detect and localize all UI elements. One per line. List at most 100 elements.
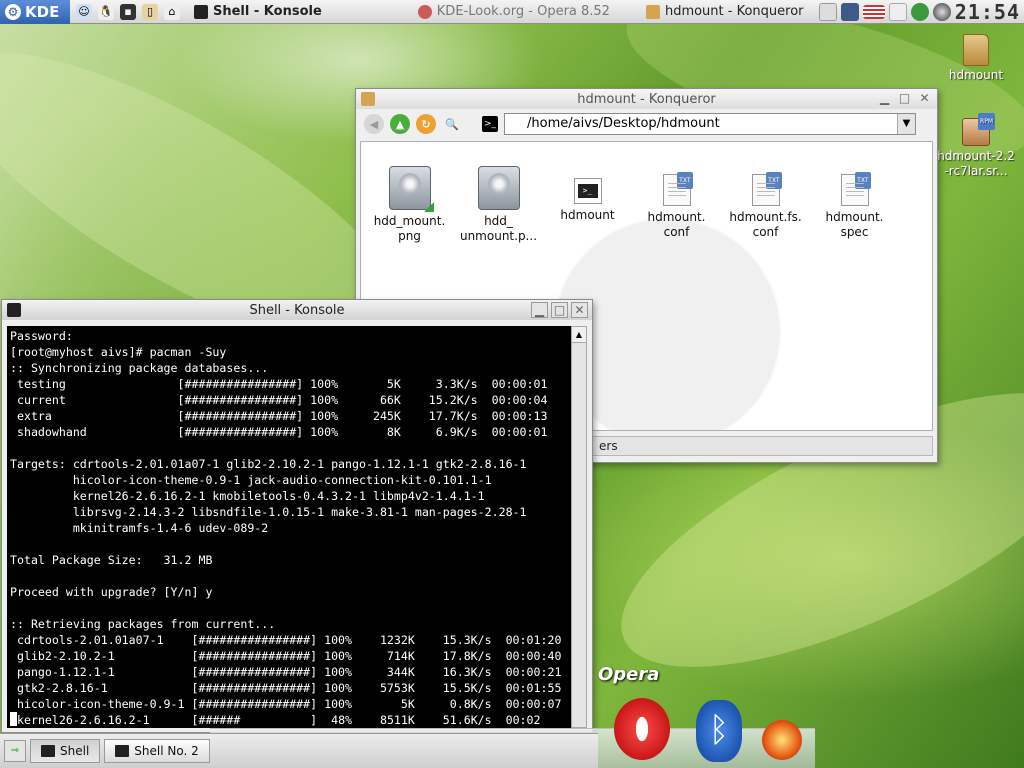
terminal-icon [7,303,21,317]
network-icon[interactable] [910,2,929,21]
terminal-line: pango-1.12.1-1 [################] 100% 3… [10,665,562,679]
terminal-line: [root@myhost aivs]# pacman -Suy [10,345,227,359]
bluetooth-icon[interactable]: ᛒ [696,700,742,762]
desktop-switch-icon[interactable]: ⇒ [4,740,26,762]
terminal-line: testing [################] 100% 5K 3.3K/… [10,377,548,391]
desktop-icon-rpm-package[interactable]: hdmount-2.2-rc7lar.sr... [936,113,1016,179]
folder-icon [645,4,660,19]
terminal-line: extra [################] 100% 245K 17.7K… [10,409,548,423]
minimize-button[interactable]: ▁ [531,302,548,318]
file-name: hdd_ unmount.p... [459,214,538,243]
terminal-line: glib2-2.10.2-1 [################] 100% 7… [10,649,562,663]
terminal-line: cdrtools-2.01.01a07-1 [################]… [10,633,562,647]
terminal-line: hicolor-icon-theme-0.9-1 jack-audio-conn… [10,473,492,487]
scrollbar[interactable]: ▲ [571,326,587,728]
terminal-line: Password: [10,329,73,343]
konqueror-titlebar[interactable]: hdmount - Konqueror ▁ □ ✕ [356,89,937,109]
scroll-up-arrow-icon[interactable]: ▲ [572,327,586,343]
task-label: Shell - Konsole [213,4,322,19]
taskbar-task-opera[interactable]: KDE-Look.org - Opera 8.52 [410,1,618,23]
close-button[interactable]: ✕ [571,302,588,318]
location-bar[interactable]: /home/aivs/Desktop/hdmount ▼ [504,113,916,135]
document-launcher-icon[interactable]: ▯ [142,3,158,20]
terminal-line: Proceed with upgrade? [Y/n] y [10,585,213,599]
folder-icon [361,92,375,106]
location-input[interactable]: /home/aivs/Desktop/hdmount [504,113,916,135]
terminal-line: hicolor-icon-theme-0.9-1 [##############… [10,697,562,711]
terminal-launcher-icon[interactable]: ▪ [120,3,136,20]
terminal-line: :: Retrieving packages from current... [10,617,276,631]
terminal-line: shadowhand [################] 100% 8K 6.… [10,425,548,439]
taskbar-task-shell[interactable]: Shell [30,739,101,763]
terminal-line: kernel26-2.6.16.2-1 [###### ] 48% 8511K … [10,712,573,728]
file-name: hdmount.fs. conf [729,210,802,239]
magnifier-icon[interactable]: 🔍 [442,114,462,134]
terminal-script-icon [573,178,602,204]
konsole-titlebar[interactable]: Shell - Konsole ▁ □ ✕ [2,300,592,320]
task-label: KDE-Look.org - Opera 8.52 [436,4,610,19]
chevron-down-icon[interactable]: ▼ [897,114,915,134]
terminal-line: mkinitramfs-1.4-6 udev-089-2 [10,521,269,535]
terminal-output[interactable]: Password: [root@myhost aivs]# pacman -Suy… [7,326,573,728]
text-file-icon [840,172,871,206]
file-list: hdd_mount. png hdd_ unmount.p... hdmount… [361,142,932,244]
maximize-button[interactable]: □ [551,302,568,318]
file-item[interactable]: hdd_mount. png [365,166,454,244]
close-button[interactable]: ✕ [916,91,933,107]
terminal-icon[interactable]: >_ [482,116,498,132]
terminal-line: current [################] 100% 66K 15.2… [10,393,548,407]
kde-menu-label: KDE [25,2,60,21]
opera-label: Opera [598,664,660,685]
terminal-icon [194,4,208,19]
back-arrow-icon[interactable]: ◀ [364,114,384,134]
us-flag-icon[interactable] [862,4,885,19]
konsole-window: Shell - Konsole ▁ □ ✕ Password: [root@myh… [1,299,593,733]
kde-menu-button[interactable]: ⚙ KDE [0,0,70,24]
home-launcher-icon[interactable]: ⌂ [164,3,180,20]
text-file-icon [751,172,782,206]
file-name: hdmount [560,208,615,222]
reload-icon[interactable]: ↻ [416,114,436,134]
kde-wallet-icon[interactable] [840,2,859,21]
disk-image-icon [477,166,520,210]
terminal-line: gtk2-2.8.16-1 [################] 100% 57… [10,681,562,695]
file-item[interactable]: hdmount [543,166,632,244]
terminal-line: kernel26-2.6.16.2-1 kmobiletools-0.4.3.2… [10,489,485,503]
opera-icon [417,4,432,19]
terminal-line: librsvg-2.14.3-2 libsndfile-1.0.15-1 mak… [10,505,527,519]
volume-icon[interactable] [888,2,907,21]
system-tray: 21:54 [818,0,1024,24]
bottom-panel: ⇒ Shell Shell No. 2 [0,733,598,768]
opera-icon[interactable] [614,698,670,760]
task-label: Shell No. 2 [134,744,199,758]
tux-launcher-icon[interactable]: 🐧 [98,3,114,20]
file-item[interactable]: hdmount.fs. conf [721,166,810,244]
window-title: hdmount - Konqueror [577,91,716,107]
file-item[interactable]: hdd_ unmount.p... [454,166,543,244]
file-item[interactable]: hdmount. conf [632,166,721,244]
terminal-icon [115,745,130,757]
firefox-icon[interactable] [762,720,802,760]
top-panel: ⚙ KDE ☺ 🐧 ▪ ▯ ⌂ Shell - Konsole KDE-Look… [0,0,1024,24]
terminal-line: Total Package Size: 31.2 MB [10,553,213,567]
up-arrow-icon[interactable]: ▲ [390,114,410,134]
desktop-icon-hdmount-folder[interactable]: hdmount [936,34,1016,82]
maximize-button[interactable]: □ [896,91,913,107]
rpm-package-icon [962,113,995,146]
terminal-cursor [10,712,17,726]
taskbar-task-konsole[interactable]: Shell - Konsole [186,1,330,23]
clipboard-icon[interactable] [818,2,837,21]
file-name: hdmount. conf [647,210,706,239]
globe-icon[interactable] [932,2,951,21]
clock[interactable]: 21:54 [955,0,1020,24]
minimize-button[interactable]: ▁ [876,91,893,107]
terminal-line-text: kernel26-2.6.16.2-1 [###### ] 48% 8511K … [17,713,541,727]
file-item[interactable]: hdmount. spec [810,166,899,244]
taskbar-task-konqueror[interactable]: hdmount - Konqueror [638,1,812,23]
quick-launch: ☺ 🐧 ▪ ▯ ⌂ [70,3,186,20]
taskbar-task-shell-no-2[interactable]: Shell No. 2 [104,739,210,763]
konqueror-launcher-icon[interactable]: ☺ [76,3,92,20]
